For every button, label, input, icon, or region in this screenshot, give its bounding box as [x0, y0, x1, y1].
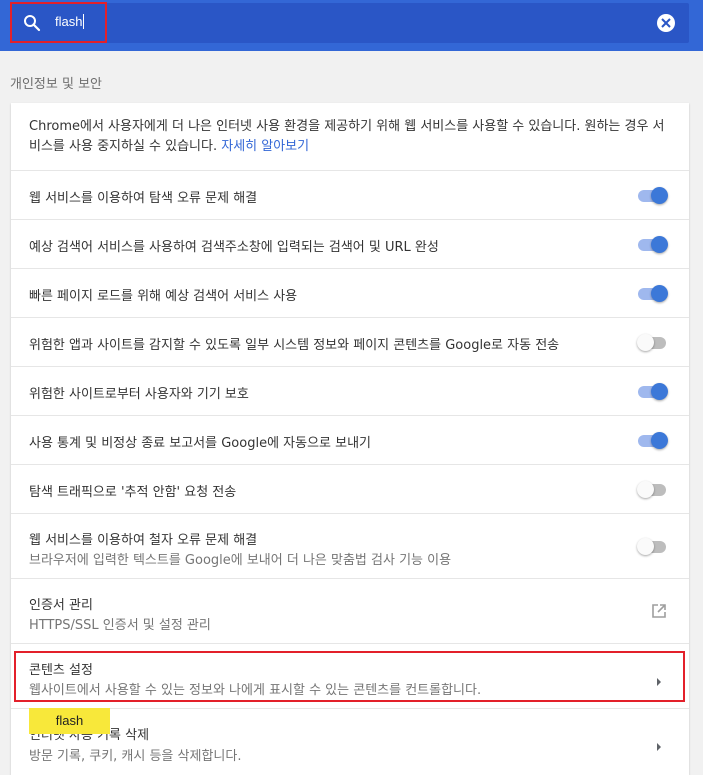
search-highlight-box: [10, 2, 107, 43]
setting-row[interactable]: 위험한 사이트로부터 사용자와 기기 보호: [11, 366, 689, 415]
section-title: 개인정보 및 보안: [10, 77, 102, 92]
learn-more-link[interactable]: 자세히 알아보기: [221, 139, 309, 154]
setting-row[interactable]: 빠른 페이지 로드를 위해 예상 검색어 서비스 사용: [11, 268, 689, 317]
toggle-switch[interactable]: [637, 479, 669, 499]
toggle-switch[interactable]: [637, 430, 669, 450]
close-icon: [661, 18, 671, 28]
setting-label: 예상 검색어 서비스를 사용하여 검색주소창에 입력되는 검색어 및 URL 완…: [29, 240, 439, 255]
toggle-switch[interactable]: [637, 381, 669, 401]
search-toolbar: flash: [0, 0, 703, 51]
setting-label: 빠른 페이지 로드를 위해 예상 검색어 서비스 사용: [29, 289, 298, 304]
arrow-right-icon: [655, 737, 663, 751]
toggle-switch[interactable]: [637, 332, 669, 352]
external-link-icon[interactable]: [651, 603, 667, 619]
setting-row[interactable]: 예상 검색어 서비스를 사용하여 검색주소창에 입력되는 검색어 및 URL 완…: [11, 219, 689, 268]
certificates-row[interactable]: 인증서 관리 HTTPS/SSL 인증서 및 설정 관리: [11, 578, 689, 643]
setting-description: HTTPS/SSL 인증서 및 설정 관리: [29, 618, 211, 633]
setting-description: 브라우저에 입력한 텍스트를 Google에 보내어 더 나은 맞춤법 검사 기…: [29, 553, 452, 568]
toggle-switch[interactable]: [637, 283, 669, 303]
clear-search-button[interactable]: [657, 14, 675, 32]
search-match-tooltip: flash: [29, 708, 110, 734]
setting-label: 사용 통계 및 비정상 종료 보고서를 Google에 자동으로 보내기: [29, 436, 372, 451]
search-box[interactable]: flash: [11, 3, 689, 43]
setting-row[interactable]: 탐색 트래픽으로 '추적 안함' 요청 전송: [11, 464, 689, 513]
setting-label: 웹 서비스를 이용하여 탐색 오류 문제 해결: [29, 191, 258, 206]
setting-label: 웹 서비스를 이용하여 철자 오류 문제 해결: [29, 533, 258, 548]
setting-row[interactable]: 웹 서비스를 이용하여 탐색 오류 문제 해결: [11, 170, 689, 219]
toggle-switch[interactable]: [637, 234, 669, 254]
intro-text: Chrome에서 사용자에게 더 나은 인터넷 사용 환경을 제공하기 위해 웹…: [29, 119, 665, 154]
setting-row[interactable]: 사용 통계 및 비정상 종료 보고서를 Google에 자동으로 보내기: [11, 415, 689, 464]
setting-label: 인증서 관리: [29, 598, 93, 613]
setting-label: 위험한 사이트로부터 사용자와 기기 보호: [29, 387, 249, 402]
setting-label: 위험한 앱과 사이트를 감지할 수 있도록 일부 시스템 정보와 페이지 콘텐츠…: [29, 338, 560, 353]
setting-row[interactable]: 웹 서비스를 이용하여 철자 오류 문제 해결 브라우저에 입력한 텍스트를 G…: [11, 513, 689, 578]
setting-label: 탐색 트래픽으로 '추적 안함' 요청 전송: [29, 485, 237, 500]
toggle-switch[interactable]: [637, 536, 669, 556]
content-settings-highlight-box: [14, 651, 685, 702]
clear-browsing-data-row[interactable]: 인터넷 사용 기록 삭제 방문 기록, 쿠키, 캐시 등을 삭제합니다.: [11, 708, 689, 775]
toggle-switch[interactable]: [637, 185, 669, 205]
setting-description: 방문 기록, 쿠키, 캐시 등을 삭제합니다.: [29, 749, 242, 764]
setting-row[interactable]: 위험한 앱과 사이트를 감지할 수 있도록 일부 시스템 정보와 페이지 콘텐츠…: [11, 317, 689, 366]
